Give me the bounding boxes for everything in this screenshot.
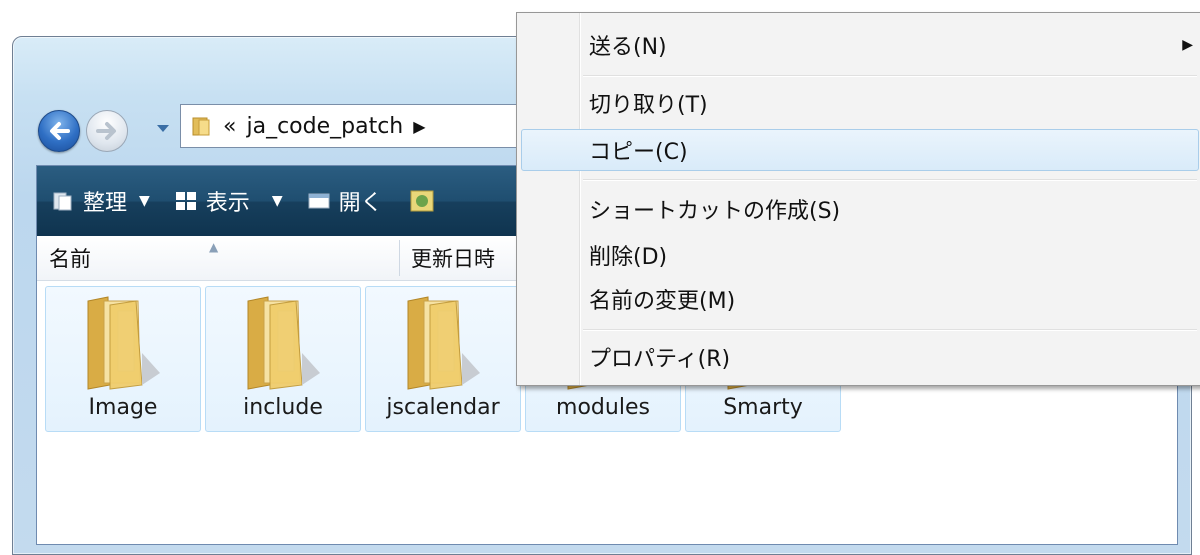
menu-item-delete[interactable]: 削除(D) xyxy=(521,235,1197,275)
folder-tile[interactable]: jscalendar xyxy=(365,286,521,432)
forward-arrow-icon xyxy=(96,122,116,140)
column-name-label: 名前 xyxy=(49,247,91,271)
menu-item-create-shortcut[interactable]: ショートカットの作成(S) xyxy=(521,189,1197,229)
open-label: 開く xyxy=(338,191,383,216)
menu-item-send-to[interactable]: 送る(N) ▶ xyxy=(521,25,1197,65)
folder-label: modules xyxy=(556,395,650,420)
menu-item-rename[interactable]: 名前の変更(M) xyxy=(521,279,1197,319)
chevron-down-icon xyxy=(157,125,169,132)
menu-item-properties[interactable]: プロパティ(R) xyxy=(521,337,1197,377)
menu-separator xyxy=(583,329,1197,330)
submenu-arrow-icon: ▶ xyxy=(1182,37,1193,53)
menu-item-label: 名前の変更(M) xyxy=(589,289,736,314)
context-menu: 送る(N) ▶ 切り取り(T) コピー(C) ショートカットの作成(S) 削除(… xyxy=(516,12,1200,386)
menu-item-label: 切り取り(T) xyxy=(589,93,708,118)
menu-item-label: プロパティ(R) xyxy=(589,347,731,372)
folder-label: Smarty xyxy=(723,395,803,420)
menu-item-label: ショートカットの作成(S) xyxy=(589,199,841,224)
menu-item-label: 削除(D) xyxy=(589,245,668,270)
back-button[interactable] xyxy=(38,110,80,152)
folder-icon xyxy=(87,296,160,390)
column-date-label: 更新日時 xyxy=(411,247,495,271)
forward-button[interactable] xyxy=(86,110,128,152)
menu-separator xyxy=(583,75,1197,76)
breadcrumb-overflow[interactable]: « xyxy=(223,114,236,139)
open-button[interactable]: 開く xyxy=(307,166,383,236)
column-divider[interactable] xyxy=(399,240,400,276)
folder-label: include xyxy=(243,395,323,420)
view-button[interactable]: 表示 ▼ xyxy=(174,166,283,236)
menu-item-label: 送る(N) xyxy=(589,35,667,60)
breadcrumb-current[interactable]: ja_code_patch xyxy=(246,114,403,139)
chevron-down-icon: ▼ xyxy=(271,193,283,209)
menu-separator xyxy=(583,179,1197,180)
program-icon xyxy=(410,190,434,212)
folder-icon xyxy=(192,117,210,136)
recent-pages-dropdown[interactable] xyxy=(156,122,170,136)
back-arrow-icon xyxy=(50,122,70,140)
column-name[interactable]: 名前 xyxy=(49,236,399,280)
view-icon xyxy=(175,192,196,210)
organize-label: 整理 xyxy=(83,191,128,216)
sort-ascending-icon: ▲ xyxy=(209,240,219,254)
folder-tile[interactable]: include xyxy=(205,286,361,432)
address-bar[interactable]: « ja_code_patch ▶ xyxy=(180,104,541,148)
breadcrumb-arrow-icon[interactable]: ▶ xyxy=(413,117,425,136)
share-icon[interactable] xyxy=(409,166,435,236)
open-icon xyxy=(308,193,330,209)
organize-button[interactable]: 整理 ▼ xyxy=(51,166,150,236)
folder-icon xyxy=(247,296,320,390)
menu-item-copy[interactable]: コピー(C) xyxy=(521,129,1199,171)
column-date-modified[interactable]: 更新日時 xyxy=(411,236,495,280)
organize-icon xyxy=(53,192,72,211)
folder-icon xyxy=(407,296,480,390)
menu-item-label: コピー(C) xyxy=(589,140,688,165)
menu-item-cut[interactable]: 切り取り(T) xyxy=(521,83,1197,123)
folder-tile[interactable]: Image xyxy=(45,286,201,432)
view-label: 表示 xyxy=(205,191,250,216)
folder-label: jscalendar xyxy=(386,395,500,420)
chevron-down-icon: ▼ xyxy=(139,193,150,209)
folder-label: Image xyxy=(88,395,158,420)
